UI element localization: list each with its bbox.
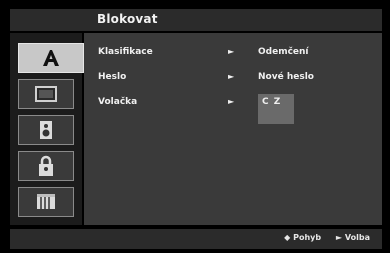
menu-item-label: Volačka [98, 97, 138, 107]
language-a-icon [40, 47, 62, 69]
display-icon [34, 84, 58, 104]
tab-audio[interactable] [18, 115, 74, 145]
arrow-right-icon: ► [228, 72, 235, 81]
menu-item-label: Heslo [98, 72, 127, 82]
tab-lock[interactable] [18, 151, 74, 181]
tab-display[interactable] [18, 79, 74, 109]
navigation-hint: ◆ Pohyb ► Volba [284, 233, 370, 242]
title-bar: Blokovat [10, 9, 382, 31]
speaker-icon [36, 119, 56, 141]
setup-screen: Blokovat Klasifikace ► Odemčení Heslo ► … [0, 0, 390, 253]
menu-item-label: Klasifikace [98, 47, 153, 57]
area-code-field[interactable]: C Z [258, 94, 294, 124]
area-code-value: C Z [262, 97, 282, 107]
tab-language[interactable] [18, 43, 84, 73]
page-title: Blokovat [97, 12, 158, 26]
menu-item-value[interactable]: Odemčení [258, 47, 309, 57]
status-bar: ◆ Pohyb ► Volba [10, 229, 382, 249]
lock-icon [36, 154, 56, 178]
menu-item-klasifikace[interactable]: Klasifikace ► Odemčení [84, 44, 382, 62]
menu-item-volacka[interactable]: Volačka ► [84, 94, 382, 112]
tab-others[interactable] [18, 187, 74, 217]
other-settings-icon [34, 192, 58, 212]
arrow-right-icon: ► [228, 47, 235, 56]
select-hint-label: Volba [344, 233, 370, 242]
select-arrow-icon: ► [335, 233, 343, 242]
menu-item-value[interactable]: Nové heslo [258, 72, 314, 82]
updown-icon: ◆ [284, 233, 291, 242]
sidebar [10, 33, 84, 225]
menu-item-heslo[interactable]: Heslo ► Nové heslo [84, 69, 382, 87]
arrow-right-icon: ► [228, 97, 235, 106]
move-hint-label: Pohyb [293, 233, 322, 242]
settings-panel: Klasifikace ► Odemčení Heslo ► Nové hesl… [84, 33, 382, 225]
